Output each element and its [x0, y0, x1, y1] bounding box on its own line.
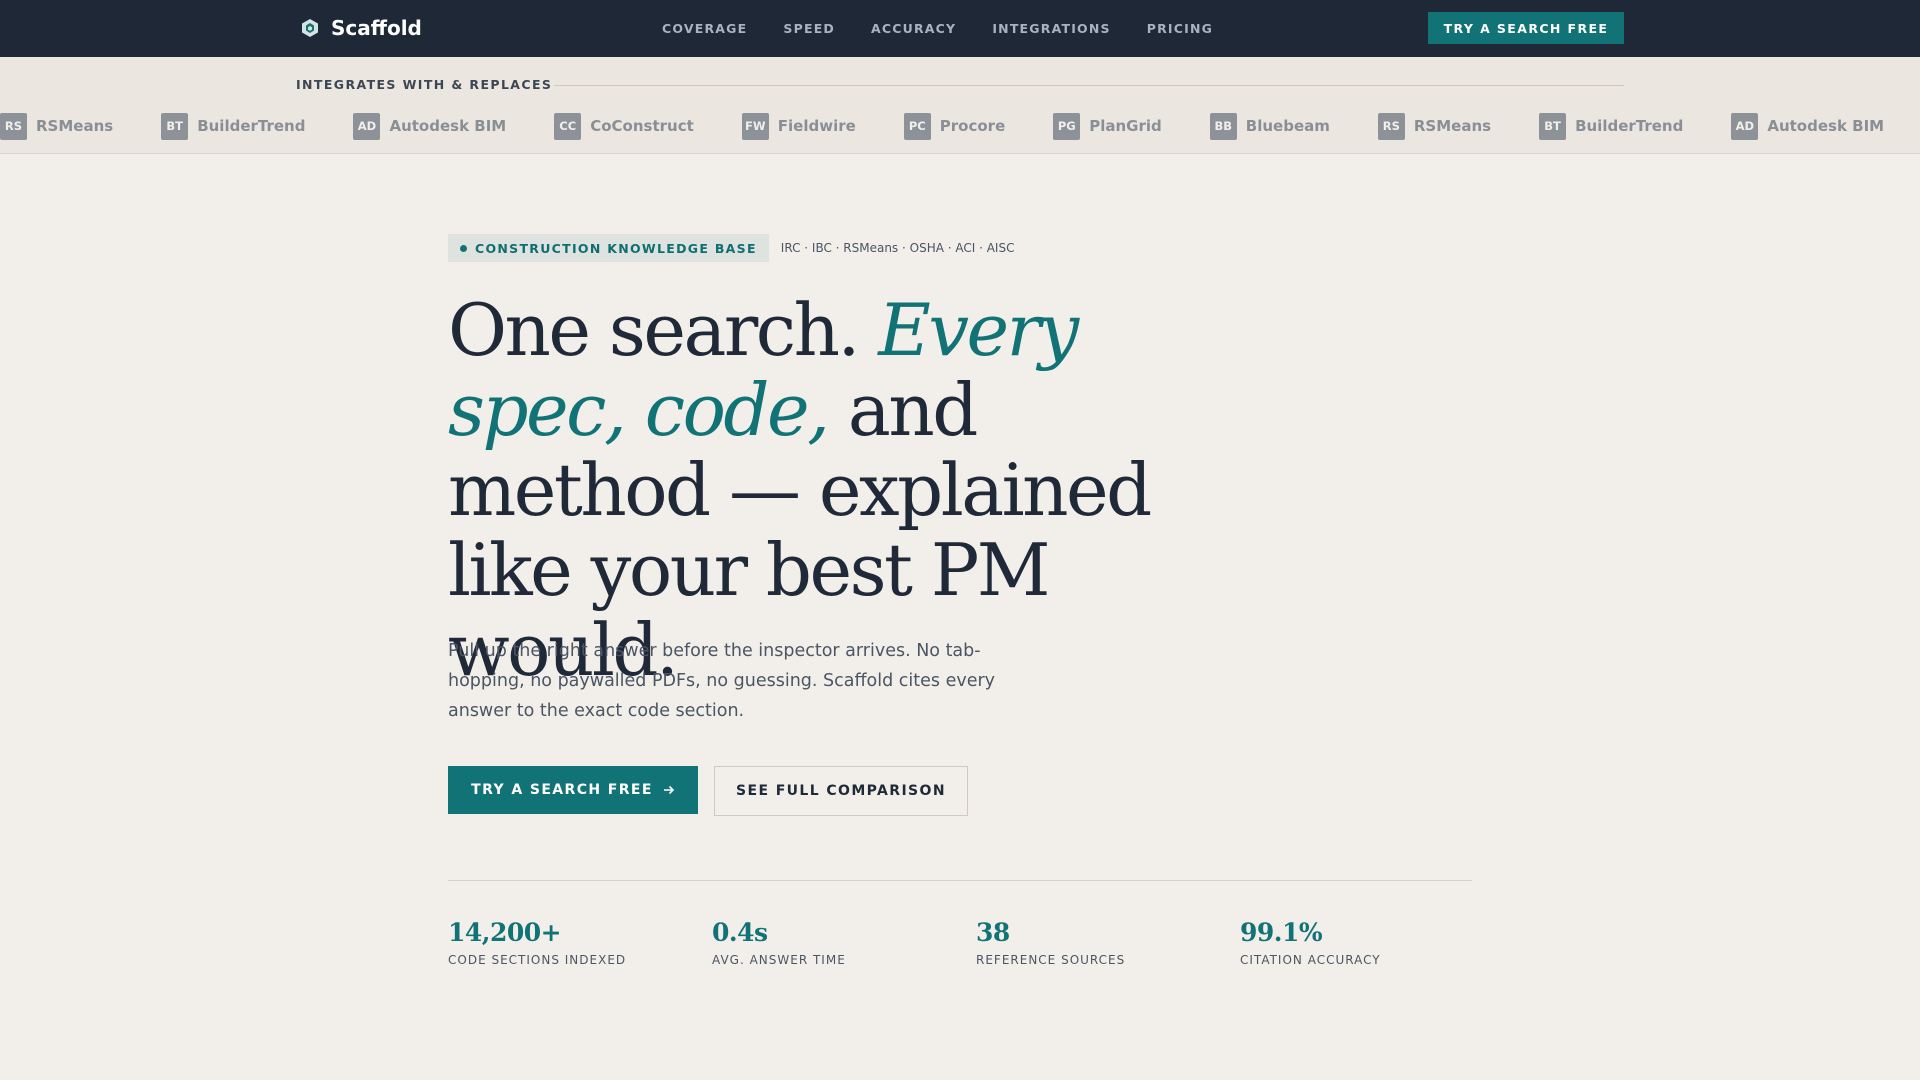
integration-badge: PG: [1053, 112, 1081, 140]
stat-value: 99.1%: [1240, 918, 1323, 947]
integration-name: Autodesk BIM: [389, 117, 507, 135]
integration-badge: RS: [0, 112, 27, 140]
brand-link[interactable]: Scaffold: [299, 14, 422, 42]
stat-citation-accuracy: 99.1% CITATION ACCURACY: [1240, 918, 1480, 967]
integration-item[interactable]: PC Procore: [903, 112, 1006, 140]
nav-link-accuracy[interactable]: ACCURACY: [871, 21, 956, 36]
integration-name: Procore: [939, 117, 1006, 135]
status-dot-icon: [460, 244, 467, 252]
integration-item[interactable]: BT BuilderTrend: [1539, 112, 1684, 140]
reference-sources-list: IRC · IBC · RSMeans · OSHA · ACI · AISC: [780, 241, 1015, 255]
see-full-comparison-button[interactable]: SEE FULL COMPARISON: [714, 766, 968, 816]
nav-link-speed[interactable]: SPEED: [783, 21, 835, 36]
integration-badge: RS: [1377, 112, 1405, 140]
integration-badge: AD: [1731, 112, 1759, 140]
integration-name: Fieldwire: [777, 117, 856, 135]
integration-badge: AD: [353, 112, 381, 140]
nav-try-search-button[interactable]: TRY A SEARCH FREE: [1428, 12, 1624, 44]
knowledge-base-badge-label: CONSTRUCTION KNOWLEDGE BASE: [475, 240, 757, 256]
integration-badge: BB: [1209, 112, 1237, 140]
nav-link-integrations[interactable]: INTEGRATIONS: [992, 21, 1110, 36]
stat-label: CITATION ACCURACY: [1240, 953, 1381, 967]
stat-code-sections: 14,200+ CODE SECTIONS INDEXED: [448, 918, 688, 967]
stat-value: 14,200+: [448, 918, 562, 947]
hexagon-logo-icon: [302, 19, 318, 37]
stat-label: AVG. ANSWER TIME: [712, 953, 846, 967]
stat-answer-time: 0.4s AVG. ANSWER TIME: [712, 918, 952, 967]
integration-badge: BT: [161, 112, 189, 140]
top-navbar: Scaffold COVERAGE SPEED ACCURACY INTEGRA…: [0, 0, 1920, 57]
nav-link-pricing[interactable]: PRICING: [1147, 21, 1213, 36]
try-search-free-label: TRY A SEARCH FREE: [471, 782, 653, 798]
integration-name: CoConstruct: [590, 117, 694, 135]
integration-name: BuilderTrend: [1575, 117, 1684, 135]
integration-name: RSMeans: [36, 117, 114, 135]
integration-item[interactable]: AD Autodesk BIM: [353, 112, 507, 140]
stat-value: 38: [976, 918, 1010, 947]
integration-badge: CC: [554, 112, 582, 140]
brand-name: Scaffold: [331, 16, 422, 40]
integration-name: RSMeans: [1413, 117, 1492, 135]
integration-item[interactable]: FW Fieldwire: [741, 112, 856, 140]
integration-badge: FW: [741, 112, 769, 140]
integration-item[interactable]: RS RSMeans: [1377, 112, 1492, 140]
integration-item[interactable]: AD Autodesk BIM: [1731, 112, 1885, 140]
integration-name: Autodesk BIM: [1767, 117, 1885, 135]
headline-part-1: One search.: [448, 288, 879, 372]
integration-name: BuilderTrend: [197, 117, 306, 135]
integrations-heading: INTEGRATES WITH & REPLACES: [296, 77, 553, 92]
integrations-marquee: RS RSMeans BT BuilderTrend AD Autodesk BIM CC C…: [0, 106, 1920, 146]
knowledge-base-badge: CONSTRUCTION KNOWLEDGE BASE: [448, 234, 769, 262]
integration-item[interactable]: BB Bluebeam: [1209, 112, 1330, 140]
integration-item[interactable]: CC CoConstruct: [554, 112, 694, 140]
stat-reference-sources: 38 REFERENCE SOURCES: [976, 918, 1216, 967]
integrations-band: INTEGRATES WITH & REPLACES RS RSMeans BT Bu…: [0, 57, 1920, 154]
arrow-right-icon: [663, 785, 674, 795]
hero-subcopy: Pull up the right answer before the insp…: [448, 641, 996, 721]
integration-name: Bluebeam: [1245, 117, 1330, 135]
integration-badge: PC: [903, 112, 931, 140]
hero-badge-row: CONSTRUCTION KNOWLEDGE BASE IRC · IBC · …: [448, 234, 1014, 262]
integration-item[interactable]: PG PlanGrid: [1053, 112, 1162, 140]
integration-item[interactable]: BT BuilderTrend: [161, 112, 306, 140]
integration-name: PlanGrid: [1089, 117, 1162, 135]
stats-divider: [448, 880, 1472, 881]
stat-label: CODE SECTIONS INDEXED: [448, 953, 627, 967]
integration-badge: BT: [1539, 112, 1567, 140]
stat-label: REFERENCE SOURCES: [976, 953, 1126, 967]
try-search-free-button[interactable]: TRY A SEARCH FREE: [448, 766, 698, 814]
primary-nav: COVERAGE SPEED ACCURACY INTEGRATIONS PRI…: [662, 0, 1249, 57]
stat-value: 0.4s: [712, 918, 768, 947]
nav-link-coverage[interactable]: COVERAGE: [662, 21, 747, 36]
hero-headline: One search. Every spec, code, and method…: [448, 290, 1208, 690]
integrations-divider: [554, 85, 1624, 86]
integration-item[interactable]: RS RSMeans: [0, 112, 114, 140]
